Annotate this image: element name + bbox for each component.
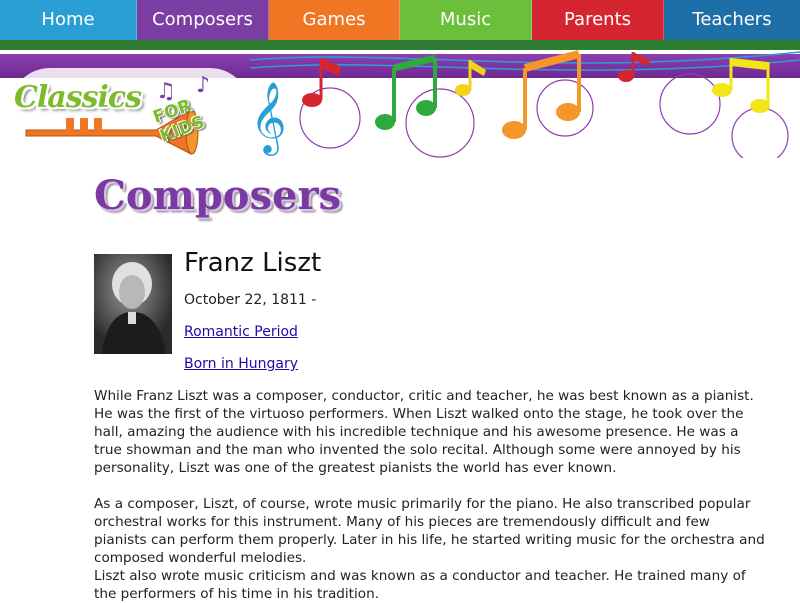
nav-parents[interactable]: Parents	[532, 0, 664, 40]
logo-text: Classics	[14, 80, 142, 115]
nav-teachers[interactable]: Teachers	[664, 0, 800, 40]
nav-composers[interactable]: Composers	[137, 0, 269, 40]
romantic-period-link[interactable]: Romantic Period	[184, 324, 298, 340]
bio-paragraph-1: While Franz Liszt was a composer, conduc…	[94, 388, 754, 476]
bio-paragraph-3: Liszt also wrote music criticism and was…	[94, 568, 746, 602]
site-banner: 𝄞 ♫ ♪ Classics FOR KIDS	[0, 48, 800, 158]
born-in-hungary-link[interactable]: Born in Hungary	[184, 356, 298, 372]
top-navigation: Home Composers Games Music Parents Teach…	[0, 0, 800, 40]
svg-text:♪: ♪	[196, 73, 210, 98]
nav-music[interactable]: Music	[400, 0, 532, 40]
bio-paragraph-2: As a composer, Liszt, of course, wrote m…	[94, 496, 765, 566]
page-title: Composers	[94, 172, 342, 219]
nav-games[interactable]: Games	[269, 0, 400, 40]
nav-home[interactable]: Home	[0, 0, 137, 40]
composer-dates: October 22, 1811 -	[184, 292, 317, 308]
composer-portrait	[94, 254, 172, 354]
composer-name: Franz Liszt	[184, 248, 322, 278]
